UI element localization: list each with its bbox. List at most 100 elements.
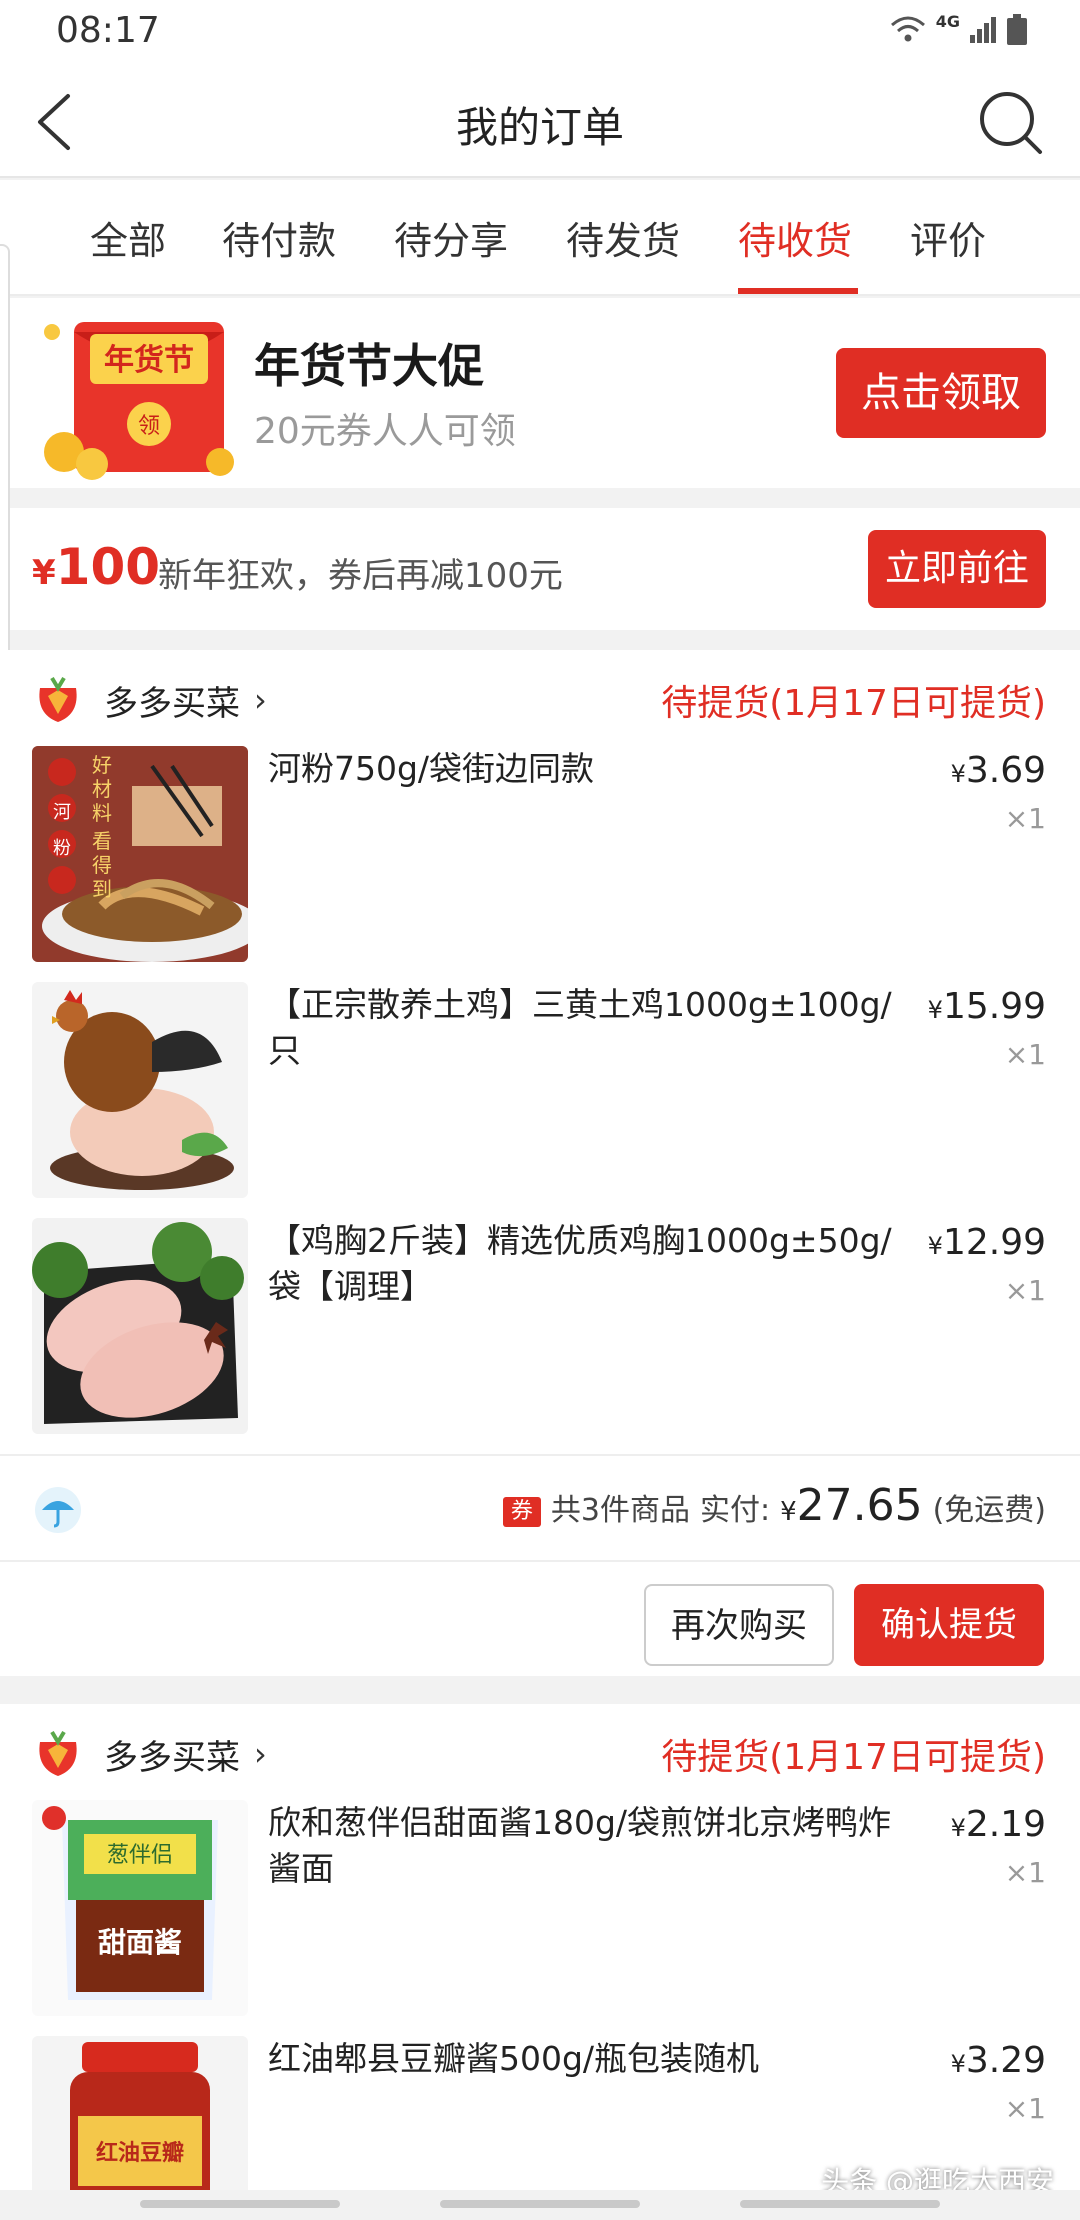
order-status: 待提货(1月17日可提货) <box>661 1737 1046 1778</box>
coupon-description: 新年狂欢，券后再减100元 <box>158 556 563 596</box>
coupon-amount: ¥100 <box>32 538 160 596</box>
product-name: 【正宗散养土鸡】三黄土鸡1000g±100g/只 <box>268 985 892 1070</box>
order-status: 待提货(1月17日可提货) <box>661 683 1046 724</box>
order-card: 多多买菜 › 待提货(1月17日可提货) 河 粉 好 材 料 看 得 到 河粉7… <box>0 650 1080 1676</box>
noodle-char-7: 粉 <box>53 838 71 859</box>
product-price: ¥2.19 <box>951 1804 1046 1845</box>
network-type: 4G <box>935 12 960 31</box>
order-item[interactable]: 【正宗散养土鸡】三黄土鸡1000g±100g/只 ¥15.99 ×1 <box>0 982 1080 1218</box>
product-price: ¥12.99 <box>928 1222 1046 1263</box>
store-link[interactable]: 多多买菜 › <box>32 672 267 728</box>
claim-button[interactable]: 点击领取 <box>836 348 1046 438</box>
rebuy-button[interactable]: 再次购买 <box>644 1584 834 1666</box>
noodle-char-6: 河 <box>53 802 71 823</box>
tab-all[interactable]: 全部 <box>90 210 166 265</box>
order-item[interactable]: 河 粉 好 材 料 看 得 到 河粉750g/袋街边同款 ¥3.69 ×1 <box>0 746 1080 982</box>
tab-pending-payment[interactable]: 待付款 <box>222 210 336 265</box>
store-name: 多多买菜 <box>104 683 240 724</box>
product-price: ¥3.69 <box>951 750 1046 791</box>
side-edge-handle[interactable] <box>0 244 10 674</box>
product-price: ¥3.29 <box>951 2040 1046 2081</box>
thumb-jar-text: 红油豆瓣 <box>96 2140 184 2166</box>
order-card: 多多买菜 › 待提货(1月17日可提货) 葱伴侣 甜面酱 欣和葱伴侣甜面酱180… <box>0 1704 1080 2220</box>
page-header: 我的订单 <box>0 66 1080 178</box>
go-now-button[interactable]: 立即前往 <box>868 530 1046 608</box>
nav-handle[interactable] <box>140 2200 340 2208</box>
price-currency: ¥ <box>950 760 966 788</box>
summary-text: 券 共3件商品 实付: ¥27.65 (免运费) <box>502 1480 1046 1531</box>
price-currency: ¥ <box>927 996 943 1024</box>
nav-handle[interactable] <box>440 2200 640 2208</box>
product-quantity: ×1 <box>1004 1038 1046 1071</box>
price-value: 3.29 <box>965 2040 1046 2081</box>
product-name: 河粉750g/袋街边同款 <box>268 749 595 788</box>
price-currency: ¥ <box>950 1814 966 1842</box>
coupon-currency: ¥ <box>32 553 56 593</box>
status-bar: 08:17 4G <box>0 0 1080 66</box>
noodle-char-4: 得 <box>92 853 112 877</box>
tab-pending-share[interactable]: 待分享 <box>394 210 508 265</box>
red-envelope-icon: 年货节 领 <box>44 322 234 480</box>
store-name: 多多买菜 <box>104 1737 240 1778</box>
status-time: 08:17 <box>56 10 160 51</box>
product-quantity: ×1 <box>1004 1274 1046 1307</box>
shipping-note: (免运费) <box>932 1493 1046 1528</box>
coupon-badge: 券 <box>502 1497 541 1527</box>
noodle-char-0: 好 <box>92 753 112 777</box>
thumb-sauce-text: 甜面酱 <box>98 1926 182 1959</box>
chevron-right-icon: › <box>254 681 267 719</box>
price-value: 3.69 <box>965 750 1046 791</box>
product-image-noodles: 河 粉 好 材 料 看 得 到 <box>32 746 248 962</box>
total-value: 27.65 <box>796 1480 923 1531</box>
search-icon[interactable] <box>976 88 1046 158</box>
promo-subtitle: 20元券人人可领 <box>254 411 516 452</box>
product-name: 红油郫县豆瓣酱500g/瓶包装随机 <box>268 2039 760 2078</box>
order-actions: 再次购买 确认提货 <box>0 1562 1080 1682</box>
total-currency: ¥ <box>780 1497 797 1527</box>
item-count: 共3件商品 <box>550 1493 690 1528</box>
thumb-brand-text: 葱伴侣 <box>107 1843 173 1868</box>
confirm-pickup-button[interactable]: 确认提货 <box>854 1584 1044 1666</box>
red-envelope-badge: 领 <box>138 414 160 439</box>
paid-total: ¥27.65 <box>780 1480 923 1531</box>
battery-icon <box>1007 14 1027 45</box>
wifi-icon <box>890 16 925 42</box>
promo-title: 年货节大促 <box>254 339 484 393</box>
store-link[interactable]: 多多买菜 › <box>32 1726 267 1782</box>
paid-label: 实付: <box>699 1493 771 1528</box>
price-value: 2.19 <box>965 1804 1046 1845</box>
active-tab-indicator <box>738 288 858 294</box>
tab-pending-receipt[interactable]: 待收货 <box>738 210 852 265</box>
product-image-chicken <box>32 982 248 1198</box>
product-image-sweet-bean-sauce: 葱伴侣 甜面酱 <box>32 1800 248 2016</box>
price-value: 15.99 <box>942 986 1046 1027</box>
noodle-char-5: 到 <box>92 877 112 901</box>
order-item[interactable]: 葱伴侣 甜面酱 欣和葱伴侣甜面酱180g/袋煎饼北京烤鸭炸酱面 ¥2.19 ×1 <box>0 1800 1080 2036</box>
umbrella-icon[interactable] <box>34 1486 82 1534</box>
noodle-char-3: 看 <box>92 829 112 853</box>
price-currency: ¥ <box>927 1232 943 1260</box>
store-logo-icon <box>39 1730 77 1776</box>
tab-pending-shipment[interactable]: 待发货 <box>566 210 680 265</box>
status-icons: 4G <box>888 14 1028 46</box>
product-name: 【鸡胸2斤装】精选优质鸡胸1000g±50g/袋【调理】 <box>268 1221 892 1306</box>
product-image-chicken-breast <box>32 1218 248 1434</box>
chevron-right-icon: › <box>254 1735 267 1773</box>
coupon-banner[interactable]: ¥100 新年狂欢，券后再减100元 立即前往 <box>10 508 1080 630</box>
nav-handle[interactable] <box>740 2200 940 2208</box>
system-nav-bar <box>0 2190 1080 2220</box>
noodle-char-2: 料 <box>92 801 112 825</box>
tab-reviews[interactable]: 评价 <box>910 210 986 265</box>
noodle-char-1: 材 <box>92 777 112 801</box>
order-item[interactable]: 【鸡胸2斤装】精选优质鸡胸1000g±50g/袋【调理】 ¥12.99 ×1 <box>0 1218 1080 1454</box>
order-tabs: 全部 待付款 待分享 待发货 待收货 评价 <box>0 180 1080 296</box>
price-currency: ¥ <box>950 2050 966 2078</box>
red-envelope-title: 年货节 <box>104 343 194 378</box>
product-quantity: ×1 <box>1004 2092 1046 2125</box>
product-quantity: ×1 <box>1004 1856 1046 1889</box>
price-value: 12.99 <box>942 1222 1046 1263</box>
promo-banner[interactable]: 年货节 领 年货节大促 20元券人人可领 点击领取 <box>10 298 1080 488</box>
signal-icon <box>970 17 996 43</box>
order-summary: 券 共3件商品 实付: ¥27.65 (免运费) <box>0 1454 1080 1562</box>
product-price: ¥15.99 <box>928 986 1046 1027</box>
